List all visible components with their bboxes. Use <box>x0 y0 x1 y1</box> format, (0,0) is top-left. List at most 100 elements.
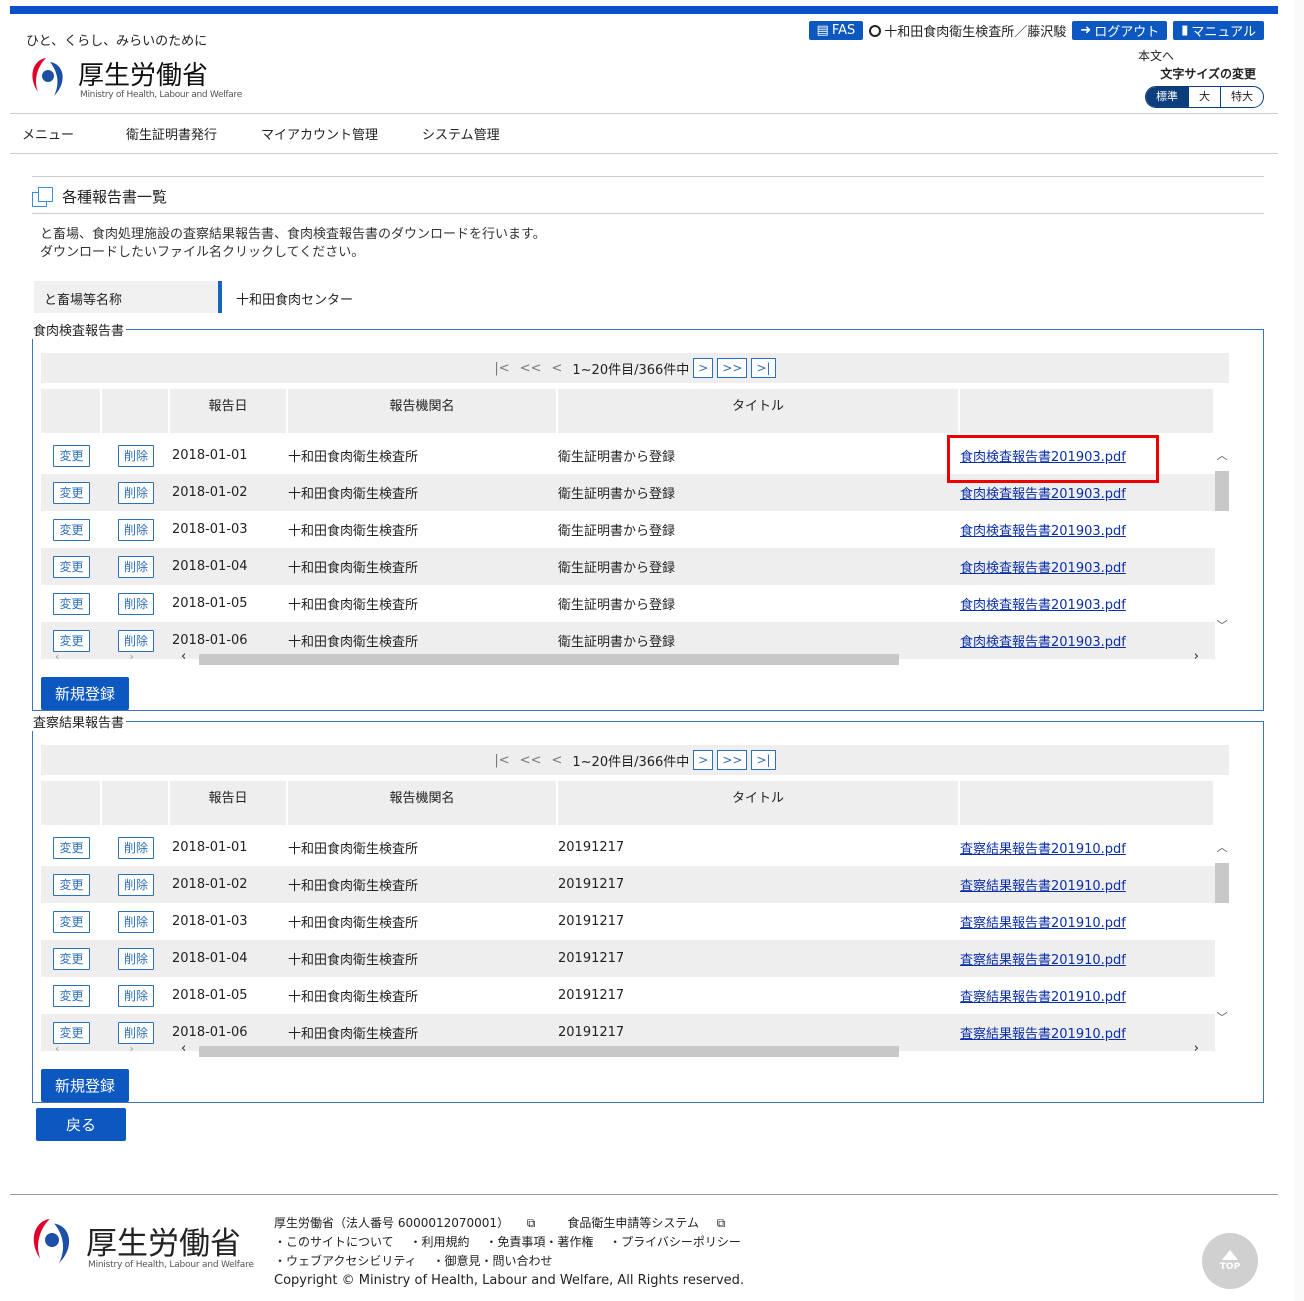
footer-link-terms[interactable]: ・利用規約 <box>409 1235 469 1249</box>
edit-button[interactable]: 変更 <box>53 873 90 896</box>
file-link[interactable]: 査察結果報告書201910.pdf <box>960 1027 1126 1042</box>
delete-button[interactable]: 削除 <box>117 481 154 504</box>
pager-next[interactable]: > <box>693 358 714 378</box>
page-scrollbar[interactable] <box>1294 0 1304 1301</box>
new-register-button[interactable]: 新規登録 <box>41 677 130 710</box>
delete-button[interactable]: 削除 <box>117 518 154 541</box>
pager-last[interactable]: >| <box>751 750 776 770</box>
pager-first[interactable]: |< <box>494 361 509 376</box>
edit-button[interactable]: 変更 <box>53 947 90 970</box>
scroll-left-icon[interactable]: ‹ <box>181 1041 186 1056</box>
fas-button[interactable]: ▤ FAS <box>808 21 864 40</box>
footer-link-privacy[interactable]: ・プライバシーポリシー <box>609 1235 741 1249</box>
pager-last[interactable]: >| <box>751 358 776 378</box>
skip-to-main-link[interactable]: 本文へ <box>1138 47 1174 64</box>
title-top-rule <box>32 176 1264 177</box>
delete-button[interactable]: 削除 <box>117 910 154 933</box>
delete-button[interactable]: 削除 <box>117 1021 154 1044</box>
pager-next-page[interactable]: >> <box>717 750 748 770</box>
footer-link-contact[interactable]: ・御意見・問い合わせ <box>433 1254 553 1268</box>
footer-logo[interactable]: 厚生労働省 Ministry of Health, Labour and Wel… <box>24 1212 254 1270</box>
scroll-thumb[interactable] <box>199 1046 899 1057</box>
pager-prev-page[interactable]: << <box>520 361 542 376</box>
file-link[interactable]: 査察結果報告書201910.pdf <box>960 842 1126 857</box>
edit-button[interactable]: 変更 <box>53 1021 90 1044</box>
file-link[interactable]: 食肉検査報告書201903.pdf <box>960 635 1126 650</box>
file-link[interactable]: 食肉検査報告書201903.pdf <box>960 487 1126 502</box>
edit-button[interactable]: 変更 <box>53 984 90 1007</box>
delete-button[interactable]: 削除 <box>117 629 154 652</box>
font-size-standard[interactable]: 標準 <box>1146 87 1188 107</box>
back-to-top-button[interactable]: TOP <box>1202 1233 1258 1289</box>
scroll-right-icon[interactable]: › <box>1194 1041 1199 1056</box>
pager-prev-page[interactable]: << <box>520 753 542 768</box>
vertical-scrollbar[interactable]: ︿ ﹀ <box>1215 829 1229 1051</box>
edit-button[interactable]: 変更 <box>53 555 90 578</box>
pager-prev[interactable]: < <box>551 753 562 768</box>
header-links: ▤ FAS 十和田食肉衛生検査所／藤沢駿 ➜ ログアウト ▮ マニュアル <box>808 21 1264 40</box>
edit-button[interactable]: 変更 <box>53 481 90 504</box>
pager-next-page[interactable]: >> <box>717 358 748 378</box>
back-button[interactable]: 戻る <box>36 1108 127 1141</box>
pager-first[interactable]: |< <box>494 753 509 768</box>
corp-number-link[interactable]: 厚生労働省（法人番号 6000012070001） ⧉ <box>274 1216 549 1230</box>
horizontal-scrollbar[interactable]: ‹› ‹ › <box>41 649 1229 665</box>
scroll-left-icon[interactable]: ‹ <box>181 649 186 664</box>
file-link[interactable]: 査察結果報告書201910.pdf <box>960 879 1126 894</box>
ministry-logo[interactable]: 厚生労働省 Ministry of Health, Labour and Wel… <box>24 52 242 100</box>
cell-title: 衛生証明書から登録 <box>558 635 676 650</box>
delete-button[interactable]: 削除 <box>117 873 154 896</box>
scroll-right-icon[interactable]: › <box>1194 649 1199 664</box>
footer-link-accessibility[interactable]: ・ウェブアクセシビリティ <box>274 1254 417 1268</box>
scroll-up-icon[interactable]: ︿ <box>1215 447 1229 463</box>
scroll-thumb[interactable] <box>1215 863 1229 903</box>
delete-button[interactable]: 削除 <box>117 592 154 615</box>
font-size-large[interactable]: 大 <box>1188 87 1220 107</box>
delete-button[interactable]: 削除 <box>117 984 154 1007</box>
file-link[interactable]: 食肉検査報告書201903.pdf <box>960 598 1126 613</box>
pager-buttons: > >> >| <box>693 750 776 770</box>
file-link[interactable]: 食肉検査報告書201903.pdf <box>960 561 1126 576</box>
nav-item-menu[interactable]: メニュー <box>10 124 96 143</box>
delete-button[interactable]: 削除 <box>117 555 154 578</box>
header-cell-delete <box>102 389 170 433</box>
footer-link-disclaimer[interactable]: ・免責事項・著作権 <box>485 1235 593 1249</box>
edit-button[interactable]: 変更 <box>53 592 90 615</box>
edit-button[interactable]: 変更 <box>53 444 90 467</box>
nav-item-system[interactable]: システム管理 <box>400 124 522 143</box>
scroll-thumb[interactable] <box>1215 471 1229 511</box>
nav-item-account[interactable]: マイアカウント管理 <box>239 124 400 143</box>
scroll-thumb[interactable] <box>199 654 899 665</box>
file-link[interactable]: 査察結果報告書201910.pdf <box>960 916 1126 931</box>
horizontal-scrollbar[interactable]: ‹› ‹ › <box>41 1041 1229 1057</box>
manual-button[interactable]: ▮ マニュアル <box>1173 21 1264 40</box>
scroll-down-icon[interactable]: ﹀ <box>1215 1009 1229 1025</box>
edit-button[interactable]: 変更 <box>53 836 90 859</box>
logout-button[interactable]: ➜ ログアウト <box>1072 21 1168 40</box>
edit-button[interactable]: 変更 <box>53 518 90 541</box>
footer-link-about[interactable]: ・このサイトについて <box>274 1235 394 1249</box>
edit-button[interactable]: 変更 <box>53 629 90 652</box>
vertical-scrollbar[interactable]: ︿ ﹀ <box>1215 437 1229 659</box>
system-link[interactable]: 食品衛生申請等システム ⧉ <box>567 1216 739 1230</box>
cell-title: 20191217 <box>558 988 625 1003</box>
edit-button[interactable]: 変更 <box>53 910 90 933</box>
font-size-xlarge[interactable]: 特大 <box>1220 87 1263 107</box>
file-link[interactable]: 食肉検査報告書201903.pdf <box>960 524 1126 539</box>
new-register-button[interactable]: 新規登録 <box>41 1069 130 1102</box>
file-link[interactable]: 査察結果報告書201910.pdf <box>960 953 1126 968</box>
delete-button[interactable]: 削除 <box>117 836 154 859</box>
delete-button[interactable]: 削除 <box>117 444 154 467</box>
delete-button[interactable]: 削除 <box>117 947 154 970</box>
pager-next[interactable]: > <box>693 750 714 770</box>
table-row: 変更 削除 2018-01-04 十和田食肉衛生検査所 衛生証明書から登録 食肉… <box>41 548 1215 585</box>
pager-prev[interactable]: < <box>551 361 562 376</box>
nav-item-certificate[interactable]: 衛生証明書発行 <box>104 124 239 143</box>
cell-title: 衛生証明書から登録 <box>558 487 676 502</box>
table-row: 変更 削除 2018-01-05 十和田食肉衛生検査所 衛生証明書から登録 食肉… <box>41 585 1215 622</box>
table-row: 変更 削除 2018-01-05 十和田食肉衛生検査所 20191217 査察結… <box>41 977 1215 1014</box>
scroll-up-icon[interactable]: ︿ <box>1215 839 1229 855</box>
file-link[interactable]: 査察結果報告書201910.pdf <box>960 990 1126 1005</box>
scroll-down-icon[interactable]: ﹀ <box>1215 617 1229 633</box>
cell-title: 衛生証明書から登録 <box>558 561 676 576</box>
